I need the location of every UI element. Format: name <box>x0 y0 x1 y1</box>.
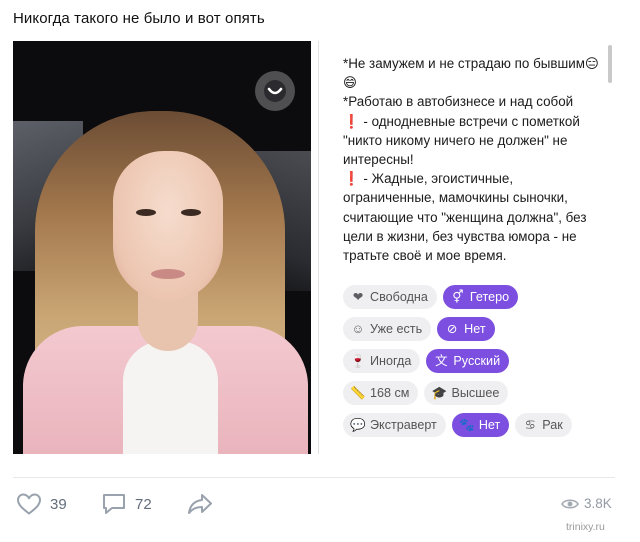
profile-chip[interactable]: 🍷 Иногда <box>343 349 421 373</box>
chip-label: Иногда <box>370 354 412 368</box>
chip-label: Нет <box>478 418 501 432</box>
chip-label: Рак <box>542 418 563 432</box>
profile-chip[interactable]: ♋ Рак <box>515 413 572 437</box>
chip-row: 💬 Экстраверт 🐾 Нет ♋ Рак <box>343 413 613 437</box>
view-count: 3.8K <box>584 496 612 511</box>
graduation-cap-icon: 🎓 <box>431 385 448 400</box>
watermark: trinixy.ru <box>566 521 605 533</box>
eye-icon <box>561 498 579 509</box>
chip-row: ❤ Свободна ⚥ Гетеро <box>343 285 613 309</box>
zodiac-icon: ♋ <box>524 417 536 432</box>
chip-label: Экстраверт <box>370 418 437 432</box>
view-counter: 3.8K <box>561 496 612 511</box>
profile-chip[interactable]: ⚥ Гетеро <box>442 285 519 309</box>
gender-icon: ⚥ <box>452 289 464 304</box>
chip-label: 168 см <box>370 386 410 400</box>
scrollbar[interactable] <box>608 45 612 83</box>
profile-bio: *Не замужем и не страдаю по бывшим😑😄 *Ра… <box>343 56 599 264</box>
profile-chip[interactable]: ⊘ Нет <box>437 317 495 341</box>
chip-label: Уже есть <box>370 322 423 336</box>
ruler-icon: 📏 <box>350 385 366 400</box>
speech-bubble-icon: 💬 <box>350 417 366 432</box>
comment-count: 72 <box>135 495 152 513</box>
chip-row: 📏 168 см 🎓 Высшее <box>343 381 613 405</box>
like-count: 39 <box>50 495 67 513</box>
post-title: Никогда такого не было и вот опять <box>13 10 265 27</box>
chip-label: Гетеро <box>469 290 510 304</box>
wine-glass-icon: 🍷 <box>350 353 366 368</box>
chip-label: Свободна <box>370 290 428 304</box>
chip-row: 🍷 Иногда 文 Русский <box>343 349 613 373</box>
comment-icon <box>103 494 125 514</box>
smoking-icon: ⊘ <box>446 321 458 336</box>
chip-label: Нет <box>464 322 486 336</box>
profile-card: *Не замужем и не страдаю по бывшим😑😄 *Ра… <box>318 41 615 454</box>
profile-chip[interactable]: 🐾 Нет <box>451 413 510 437</box>
chip-label: Высшее <box>451 386 500 400</box>
profile-chips: ❤ Свободна ⚥ Гетеро ☺ Уже есть ⊘ Нет 🍷 Иногда 文 Рус… <box>343 285 613 445</box>
profile-chip[interactable]: ❤ Свободна <box>343 285 437 309</box>
lips <box>151 269 185 279</box>
profile-chip[interactable]: 文 Русский <box>426 349 510 373</box>
profile-chip[interactable]: 📏 168 см <box>343 381 419 405</box>
heart-outline-icon <box>16 493 42 515</box>
heart-icon: ❤ <box>352 289 364 304</box>
language-icon: 文 <box>435 353 448 368</box>
chip-label: Русский <box>453 354 501 368</box>
comment-button[interactable]: 72 <box>101 492 152 516</box>
like-button[interactable]: 39 <box>16 492 67 516</box>
right-eye <box>181 209 201 216</box>
paw-icon: 🐾 <box>459 417 475 432</box>
profile-photo[interactable] <box>13 41 311 454</box>
profile-chip[interactable]: 💬 Экстраверт <box>343 413 446 437</box>
app-logo-icon <box>255 71 295 111</box>
divider <box>13 477 615 478</box>
profile-chip[interactable]: 🎓 Высшее <box>424 381 509 405</box>
left-eye <box>136 209 156 216</box>
shirt <box>123 341 218 454</box>
baby-icon: ☺ <box>351 321 365 336</box>
profile-chip[interactable]: ☺ Уже есть <box>343 317 432 341</box>
share-arrow-icon <box>188 494 212 514</box>
chip-row: ☺ Уже есть ⊘ Нет <box>343 317 613 341</box>
share-button[interactable] <box>186 492 214 516</box>
